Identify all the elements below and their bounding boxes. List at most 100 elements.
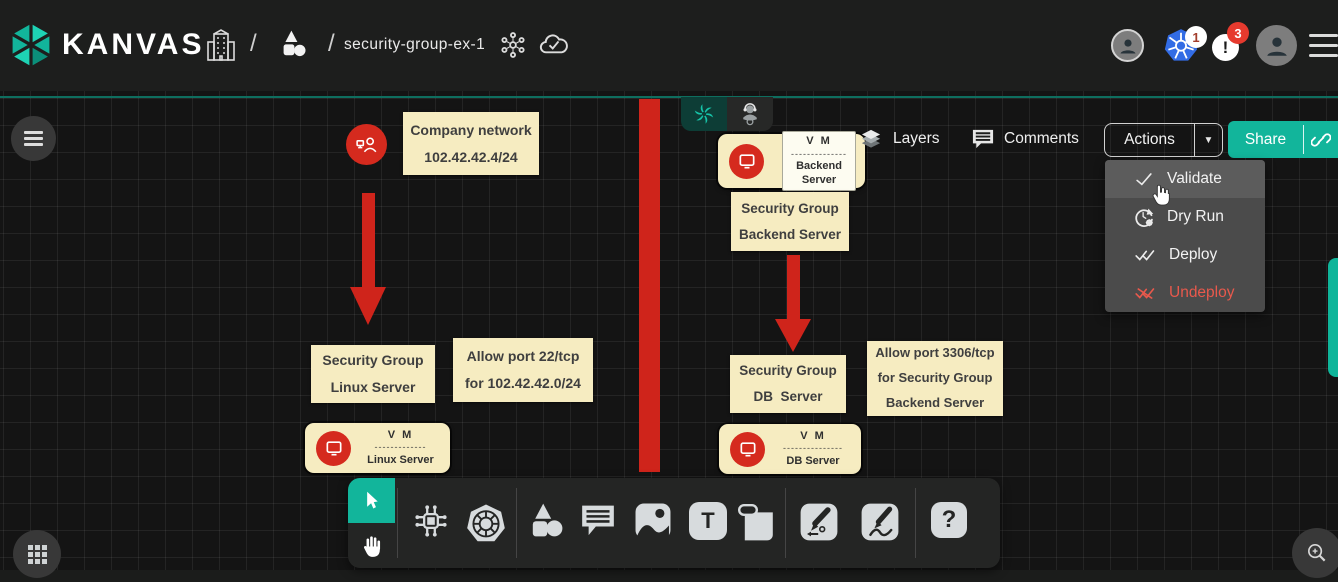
client-user-icon[interactable]	[346, 124, 387, 165]
note-line: Company network	[410, 117, 531, 144]
menu-item-label: Deploy	[1169, 246, 1217, 264]
presence-pill	[681, 97, 773, 131]
note-line: Security Group	[739, 358, 837, 384]
apps-grid-button[interactable]	[13, 530, 61, 578]
note-line: for Security Group	[878, 366, 993, 391]
shapes-tool[interactable]	[528, 502, 568, 542]
note-allow-port-22[interactable]: Allow port 22/tcp for 102.42.42.0/24	[453, 338, 593, 402]
note-line: Allow port 3306/tcp	[875, 341, 994, 366]
ai-assistant-avatar[interactable]	[681, 97, 727, 131]
menu-item-dry-run[interactable]: Dry Run	[1105, 198, 1265, 236]
select-tool[interactable]	[348, 478, 395, 523]
sticky-note-icon	[736, 502, 776, 542]
note-sg-backend[interactable]: Security Group Backend Server	[731, 192, 849, 251]
text-tool-icon: T	[689, 502, 727, 540]
bottom-toolbar: T	[348, 478, 1000, 568]
canvas-menu-button[interactable]	[11, 116, 56, 161]
collapsed-panel-tab[interactable]	[1328, 258, 1338, 377]
layers-label: Layers	[893, 130, 940, 148]
zoom-in-icon	[1305, 541, 1329, 565]
user-avatar[interactable]	[1256, 25, 1297, 66]
collaborator-avatar[interactable]	[1111, 29, 1144, 62]
note-company-network[interactable]: Company network 102.42.42.4/24	[403, 112, 539, 175]
comments-icon	[971, 127, 995, 151]
support-user-avatar[interactable]	[727, 97, 773, 131]
comment-tool[interactable]	[579, 502, 617, 538]
chevron-down-icon: ▼	[1204, 135, 1214, 146]
breadcrumb-separator: /	[328, 30, 335, 58]
note-sg-db[interactable]: Security Group DB Server	[730, 355, 846, 413]
breadcrumb-project-name[interactable]: security-group-ex-1	[344, 36, 485, 54]
vm-node-db-server[interactable]: V M --------------- DB Server	[719, 424, 861, 474]
vm-label: V M -------------- Backend Server	[782, 131, 856, 192]
undeploy-icon	[1133, 284, 1157, 302]
dry-run-icon	[1133, 206, 1155, 228]
note-line: Linux Server	[331, 374, 416, 401]
actions-dropdown-arrow[interactable]: ▼	[1194, 124, 1222, 156]
comments-label: Comments	[1004, 130, 1079, 148]
shapes-icon	[528, 502, 568, 542]
check-icon	[1133, 170, 1155, 188]
nodes-hub-icon[interactable]	[500, 32, 526, 63]
freehand-draw-tool[interactable]	[860, 502, 900, 542]
layers-icon	[858, 127, 884, 151]
note-sg-linux[interactable]: Security Group Linux Server	[311, 345, 435, 403]
copy-link-button[interactable]	[1304, 121, 1338, 158]
note-line: 102.42.42.4/24	[424, 144, 517, 171]
actions-menu: Validate Dry Run Deploy	[1105, 160, 1265, 312]
canvas-bottom-strip	[0, 570, 1338, 582]
sticky-note-tool[interactable]	[736, 502, 776, 542]
image-tool[interactable]	[634, 502, 672, 540]
canvas-top-border	[0, 96, 1338, 98]
toolbar-divider	[785, 488, 786, 558]
pan-hand-tool[interactable]	[352, 526, 392, 566]
shapes-icon[interactable]	[280, 30, 310, 65]
toolbar-divider	[915, 488, 916, 558]
note-allow-port-3306[interactable]: Allow port 3306/tcp for Security Group B…	[867, 341, 1003, 416]
note-line: for 102.42.42.0/24	[465, 370, 581, 397]
kubernetes-count-badge: 1	[1185, 26, 1207, 48]
breadcrumb-separator: /	[250, 30, 257, 58]
vm-label: V M ------------- Linux Server	[351, 429, 450, 468]
zoom-in-button[interactable]	[1292, 528, 1338, 578]
vm-label: V M --------------- DB Server	[765, 430, 861, 469]
kubernetes-wheel-icon	[465, 502, 507, 544]
vm-icon	[316, 431, 351, 466]
menu-item-deploy[interactable]: Deploy	[1105, 236, 1265, 274]
circuit-icon	[412, 502, 450, 540]
vm-node-backend-server[interactable]: V M -------------- Backend Server	[718, 134, 865, 188]
kanvas-logo-icon[interactable]	[8, 22, 54, 68]
double-check-icon	[1133, 246, 1157, 264]
vm-node-linux-server[interactable]: V M ------------- Linux Server	[305, 423, 450, 473]
help-icon: ?	[931, 502, 967, 538]
toolbar-divider	[516, 488, 517, 558]
kubernetes-tool[interactable]	[465, 502, 507, 544]
grid-icon	[28, 545, 47, 564]
note-line: Security Group	[322, 347, 423, 374]
note-line: Backend Server	[886, 391, 984, 416]
red-arrow-shaft[interactable]	[787, 255, 800, 323]
app-header: KANVAS / / security-group-ex-1	[0, 0, 1338, 91]
vm-icon	[730, 432, 765, 467]
comments-button[interactable]: Comments	[971, 127, 1079, 151]
share-button[interactable]: Share	[1228, 121, 1303, 158]
red-divider-bar[interactable]	[639, 99, 660, 472]
help-button[interactable]: ?	[931, 502, 967, 538]
pen-connector-icon	[799, 502, 839, 542]
actions-button[interactable]: Actions	[1105, 124, 1194, 156]
menu-item-undeploy[interactable]: Undeploy	[1105, 274, 1265, 312]
organization-icon[interactable]	[206, 28, 236, 67]
connector-pen-tool[interactable]	[799, 502, 839, 542]
kanvas-app: KANVAS / / security-group-ex-1	[0, 0, 1338, 582]
vm-icon	[729, 144, 764, 179]
infrastructure-tool[interactable]	[412, 502, 450, 540]
pencil-icon	[860, 502, 900, 542]
layers-button[interactable]: Layers	[858, 127, 940, 151]
note-line: Backend Server	[739, 222, 841, 248]
red-arrow-shaft[interactable]	[362, 193, 375, 289]
cloud-synced-icon[interactable]	[538, 31, 570, 62]
text-tool[interactable]: T	[689, 502, 727, 540]
menu-item-validate[interactable]: Validate	[1105, 160, 1265, 198]
note-line: Security Group	[741, 196, 839, 222]
header-menu-icon[interactable]	[1309, 34, 1338, 57]
